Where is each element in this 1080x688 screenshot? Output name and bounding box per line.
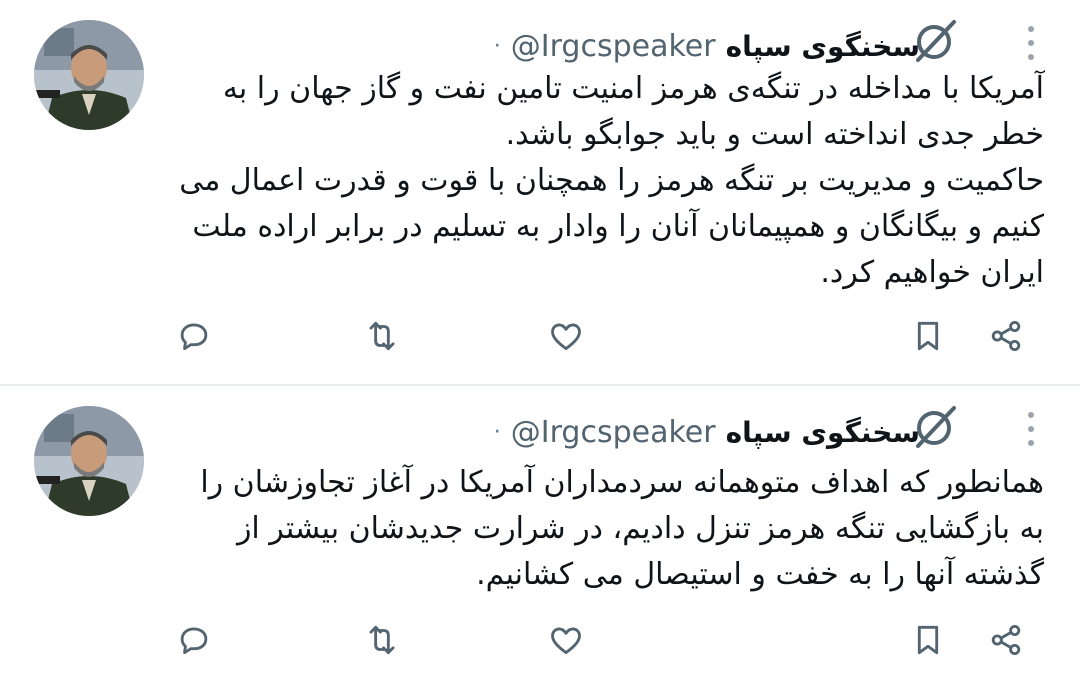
tweet-1[interactable]: · @Irgcspeaker سخنگوی سپاه آمریکا با مدا… bbox=[0, 0, 1080, 384]
retweet-icon[interactable] bbox=[352, 306, 412, 366]
more-options-icon[interactable] bbox=[1024, 412, 1038, 446]
avatar[interactable] bbox=[34, 406, 144, 516]
share-icon[interactable] bbox=[976, 610, 1036, 670]
grok-icon[interactable] bbox=[910, 18, 960, 64]
bookmark-icon[interactable] bbox=[898, 306, 958, 366]
avatar-image bbox=[34, 406, 144, 516]
tweet-paragraph: همانطور که اهداف متوهمانه سردمداران آمری… bbox=[200, 465, 1044, 592]
tweet-header: · @Irgcspeaker سخنگوی سپاه bbox=[494, 412, 920, 452]
share-icon[interactable] bbox=[976, 306, 1036, 366]
tweet-text: آمریکا با مداخله در تنگه‌ی هرمز امنیت تا… bbox=[170, 66, 1044, 296]
more-options-icon[interactable] bbox=[1024, 26, 1038, 60]
reply-icon[interactable] bbox=[164, 306, 224, 366]
separator-dot: · bbox=[493, 33, 501, 59]
action-bar bbox=[0, 306, 1080, 366]
tweet-paragraph: حاکمیت و مدیریت بر تنگه هرمز را همچنان ب… bbox=[179, 163, 1044, 290]
tweet-text: همانطور که اهداف متوهمانه سردمداران آمری… bbox=[170, 460, 1044, 598]
bookmark-icon[interactable] bbox=[898, 610, 958, 670]
tweet-header: · @Irgcspeaker سخنگوی سپاه bbox=[494, 26, 920, 66]
grok-icon[interactable] bbox=[910, 404, 960, 450]
author-handle[interactable]: @Irgcspeaker bbox=[511, 29, 716, 64]
action-bar bbox=[0, 610, 1080, 670]
author-name[interactable]: سخنگوی سپاه bbox=[726, 30, 920, 63]
like-icon[interactable] bbox=[536, 306, 596, 366]
separator-dot: · bbox=[493, 419, 501, 445]
avatar[interactable] bbox=[34, 20, 144, 130]
avatar-image bbox=[34, 20, 144, 130]
like-icon[interactable] bbox=[536, 610, 596, 670]
tweet-2[interactable]: · @Irgcspeaker سخنگوی سپاه همانطور که اه… bbox=[0, 386, 1080, 688]
reply-icon[interactable] bbox=[164, 610, 224, 670]
author-handle[interactable]: @Irgcspeaker bbox=[511, 415, 716, 450]
retweet-icon[interactable] bbox=[352, 610, 412, 670]
tweet-paragraph: آمریکا با مداخله در تنگه‌ی هرمز امنیت تا… bbox=[222, 71, 1044, 152]
author-name[interactable]: سخنگوی سپاه bbox=[726, 416, 920, 449]
